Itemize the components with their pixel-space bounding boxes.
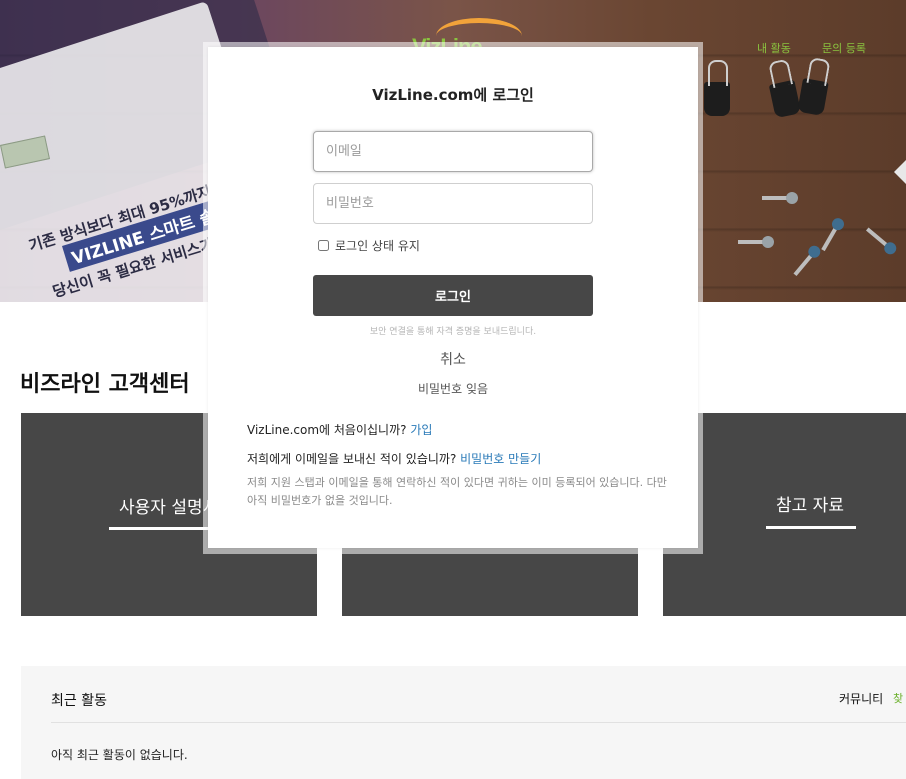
push-pin-icon [738,236,774,248]
login-title: VizLine.com에 로그인 [372,86,534,104]
remember-me[interactable]: 로그인 상태 유지 [318,237,420,254]
password-input[interactable] [313,183,593,224]
card-label: 참고 자료 [776,496,844,516]
new-user-line: VizLine.com에 처음이십니까? 가입 [247,421,432,438]
cancel-link[interactable]: 취소 [208,349,698,369]
binder-clip-icon [704,60,730,116]
emailed-before-text: 저희에게 이메일을 보내신 적이 있습니까? [247,452,457,466]
recent-activity-title: 최근 활동 [51,693,107,709]
new-user-text: VizLine.com에 처음이십니까? [247,423,407,437]
registration-note: 저희 지원 스탭과 이메일을 통해 연락하신 적이 있다면 귀하는 이미 등록되… [247,476,667,507]
emailed-before-line: 저희에게 이메일을 보내신 적이 있습니까? 비밀번호 만들기 [247,450,541,467]
community-link[interactable]: 커뮤니티 [839,690,883,707]
remember-me-label: 로그인 상태 유지 [335,239,420,253]
nav-my-activity[interactable]: 내 활동 [757,40,791,56]
forgot-password-link[interactable]: 비밀번호 잊음 [208,380,698,397]
remember-me-checkbox[interactable] [318,240,329,251]
recent-activity-empty: 아직 최근 활동이 없습니다. [51,748,188,762]
nav-submit-request[interactable]: 문의 등록 [822,40,866,56]
login-button[interactable]: 로그인 [313,275,593,316]
recent-activity-section: 최근 활동 커뮤니티 찾 아직 최근 활동이 없습니다. [21,666,906,779]
login-modal: VizLine.com에 로그인 로그인 상태 유지 로그인 보안 연결을 통해… [208,47,698,548]
divider [51,722,906,723]
card-underline [766,526,856,529]
create-password-link[interactable]: 비밀번호 만들기 [460,452,541,466]
find-link[interactable]: 찾 [893,690,903,706]
push-pin-icon [762,192,798,204]
help-center-title: 비즈라인 고객센터 [20,372,190,397]
secure-connection-note: 보안 연결을 통해 자격 증명을 보내드립니다. [369,327,537,337]
signup-link[interactable]: 가입 [410,423,432,437]
email-input[interactable] [313,131,593,172]
